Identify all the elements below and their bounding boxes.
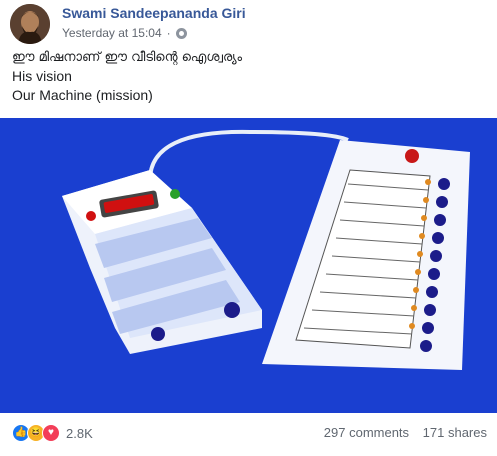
author-name[interactable]: Swami Sandeepananda Giri <box>62 5 246 21</box>
post-meta-separator: · <box>166 26 171 40</box>
post-meta: Yesterday at 15:04 · <box>62 26 187 40</box>
love-icon: ♥ <box>42 424 60 442</box>
engagement-stats: 297 comments 171 shares <box>314 425 487 440</box>
reaction-summary[interactable]: 👍 😆 ♥ 2.8K <box>12 424 93 442</box>
shares-count-link[interactable]: 171 shares <box>423 425 487 440</box>
post-timestamp[interactable]: Yesterday at 15:04 <box>62 26 162 40</box>
post-text: ഈ മിഷനാണ് ഈ വീടിന്റെ ഐശ്വര്യം His vision… <box>12 48 242 105</box>
author-avatar[interactable] <box>10 4 50 44</box>
reaction-count: 2.8K <box>66 425 93 441</box>
facebook-post: Swami Sandeepananda Giri Yesterday at 15… <box>0 0 497 456</box>
post-text-line-1: ഈ മിഷനാണ് ഈ വീടിന്റെ ഐശ്വര്യം <box>12 50 243 65</box>
globe-icon[interactable] <box>175 27 187 39</box>
post-photo[interactable] <box>0 118 497 413</box>
evm-illustration <box>0 118 497 413</box>
post-text-line-3: Our Machine (mission) <box>12 87 153 103</box>
post-text-line-2: His vision <box>12 68 72 84</box>
comments-count-link[interactable]: 297 comments <box>324 425 409 440</box>
